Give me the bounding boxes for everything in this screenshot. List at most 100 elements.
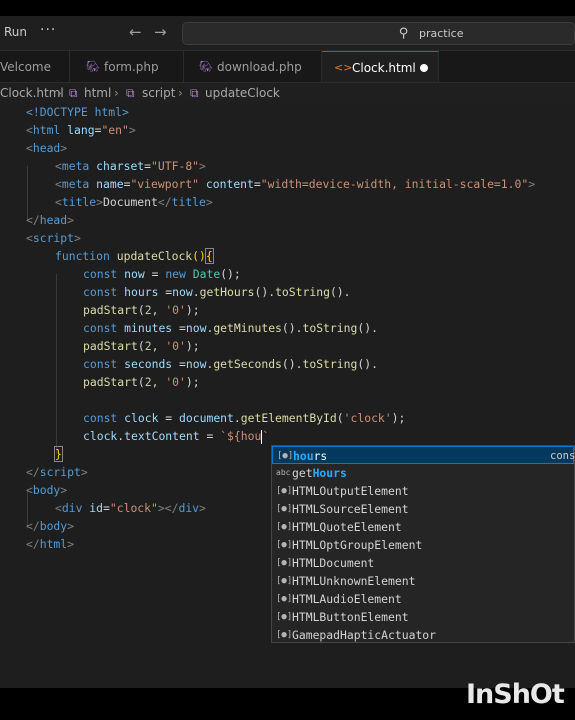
token: > — [74, 231, 81, 245]
token: `${hou — [220, 429, 262, 443]
suggestion-item[interactable]: [●] hours const — [272, 446, 575, 464]
token: 2 — [144, 375, 152, 389]
token: script — [32, 231, 75, 245]
chevron-right-icon: › — [114, 86, 119, 100]
suggestion-item[interactable]: [●] HTMLDocument — [272, 554, 574, 572]
tab-download-php[interactable]: 🐘︎ download.php — [184, 51, 322, 82]
token: { — [204, 248, 214, 264]
forward-arrow-icon[interactable]: → — [154, 23, 167, 41]
suggestion-item[interactable]: [●] GamepadHapticActuator — [272, 626, 574, 644]
suggestion-item[interactable]: [●] HTMLButtonElement — [272, 608, 574, 626]
code-line: padStart(2, '0'); — [83, 301, 200, 319]
tab-form-php[interactable]: 🐘︎ form.php — [70, 51, 184, 82]
token: 2 — [144, 339, 152, 353]
token: </ — [26, 519, 40, 533]
breadcrumb-script[interactable]: script — [142, 86, 175, 100]
token: title — [171, 195, 206, 209]
token: (). — [254, 285, 276, 299]
token: minutes — [124, 321, 173, 335]
token: (); — [220, 267, 241, 281]
suggestion-widget: [●] hours const abc getHours [●] HTMLOut… — [271, 445, 575, 643]
doctype-token: <!DOCTYPE html> — [26, 105, 129, 119]
token: '0' — [165, 303, 186, 317]
token: > — [67, 519, 75, 533]
token: html — [32, 123, 61, 137]
token: charset — [96, 159, 145, 173]
variable-icon: [●] — [276, 540, 293, 550]
token: , — [151, 303, 166, 317]
token: toString — [302, 357, 358, 371]
token: > — [128, 123, 136, 137]
token: "clock" — [109, 501, 158, 515]
more-menu[interactable]: ··· — [40, 22, 56, 38]
suggestion-item[interactable]: [●] HTMLUnknownElement — [272, 572, 574, 590]
code-line: const now = new Date(); — [83, 265, 241, 283]
token: now — [172, 285, 193, 299]
tab-label: Clock.html — [352, 61, 416, 75]
token: "UTF-8" — [151, 159, 200, 173]
breadcrumb-file[interactable]: Clock.html — [0, 86, 64, 100]
token: content — [205, 177, 254, 191]
tab-clock-html[interactable]: <> Clock.html — [322, 51, 439, 82]
token: > — [80, 465, 88, 479]
command-center-search[interactable]: ⚲ practice — [182, 22, 575, 45]
token: body — [39, 519, 68, 533]
code-line: <!DOCTYPE html> — [26, 103, 129, 121]
code-line: const hours =now.getHours().toString(). — [83, 283, 351, 301]
token: now — [185, 321, 207, 335]
php-file-icon: 🐘︎ — [199, 60, 213, 73]
tab-label: download.php — [217, 60, 302, 74]
code-line: } — [54, 445, 63, 463]
back-arrow-icon[interactable]: ← — [129, 23, 142, 41]
token: (). — [329, 285, 351, 299]
suggestion-item[interactable]: [●] HTMLOutputElement — [272, 482, 574, 500]
token: > — [528, 177, 536, 191]
suggestion-item[interactable]: [●] HTMLSourceElement — [272, 500, 574, 518]
token: < — [26, 231, 33, 245]
token: '0' — [165, 339, 186, 353]
token: > — [205, 195, 213, 209]
token: ( — [137, 339, 145, 353]
breadcrumb-html[interactable]: html — [84, 86, 111, 100]
run-menu[interactable]: Run — [4, 25, 27, 39]
suggestion-label: HTMLOptGroupElement — [292, 538, 423, 552]
token: ( — [336, 411, 344, 425]
token: id — [89, 501, 104, 515]
token: > — [67, 537, 75, 551]
token: now — [124, 267, 145, 281]
code-line: <meta name="viewport" content="width=dev… — [55, 175, 535, 193]
unsaved-dot-icon[interactable] — [420, 64, 428, 72]
breadcrumb-function[interactable]: updateClock — [205, 86, 280, 100]
token: < — [55, 159, 62, 173]
token: getSeconds — [213, 357, 282, 371]
tab-welcome[interactable]: Velcome — [0, 51, 70, 82]
variable-icon: [●] — [276, 504, 293, 514]
token: < — [26, 123, 33, 137]
token: </ — [26, 465, 40, 479]
suggestion-label: HTMLQuoteElement — [292, 520, 402, 534]
code-line: const clock = document.getElementById('c… — [83, 409, 405, 427]
token: > — [96, 195, 104, 209]
code-editor[interactable]: <!DOCTYPE html> <html lang="en"> <head> … — [0, 103, 575, 688]
suggestion-item[interactable]: abc getHours — [272, 464, 574, 482]
token: script — [39, 465, 81, 479]
html-element-icon: ⧉ — [126, 86, 135, 100]
suggestion-item[interactable]: [●] HTMLAudioElement — [272, 590, 574, 608]
token: (). — [357, 357, 378, 371]
chevron-right-icon: › — [57, 86, 62, 100]
token: > — [199, 501, 206, 515]
token: seconds — [124, 357, 173, 371]
suggestion-label: HTMLOutputElement — [292, 484, 409, 498]
suggestion-item[interactable]: [●] HTMLOptGroupElement — [272, 536, 574, 554]
token: () — [192, 249, 206, 263]
token: const — [83, 267, 118, 281]
tab-label: Velcome — [0, 60, 52, 74]
suggestion-item[interactable]: [●] HTMLQuoteElement — [272, 518, 574, 536]
token: toString — [302, 321, 358, 335]
token: . — [192, 285, 200, 299]
token: head — [32, 141, 61, 155]
token: function — [55, 249, 110, 263]
code-line: </body> — [26, 517, 74, 535]
token: Document — [103, 195, 158, 209]
token: "en" — [101, 123, 129, 137]
